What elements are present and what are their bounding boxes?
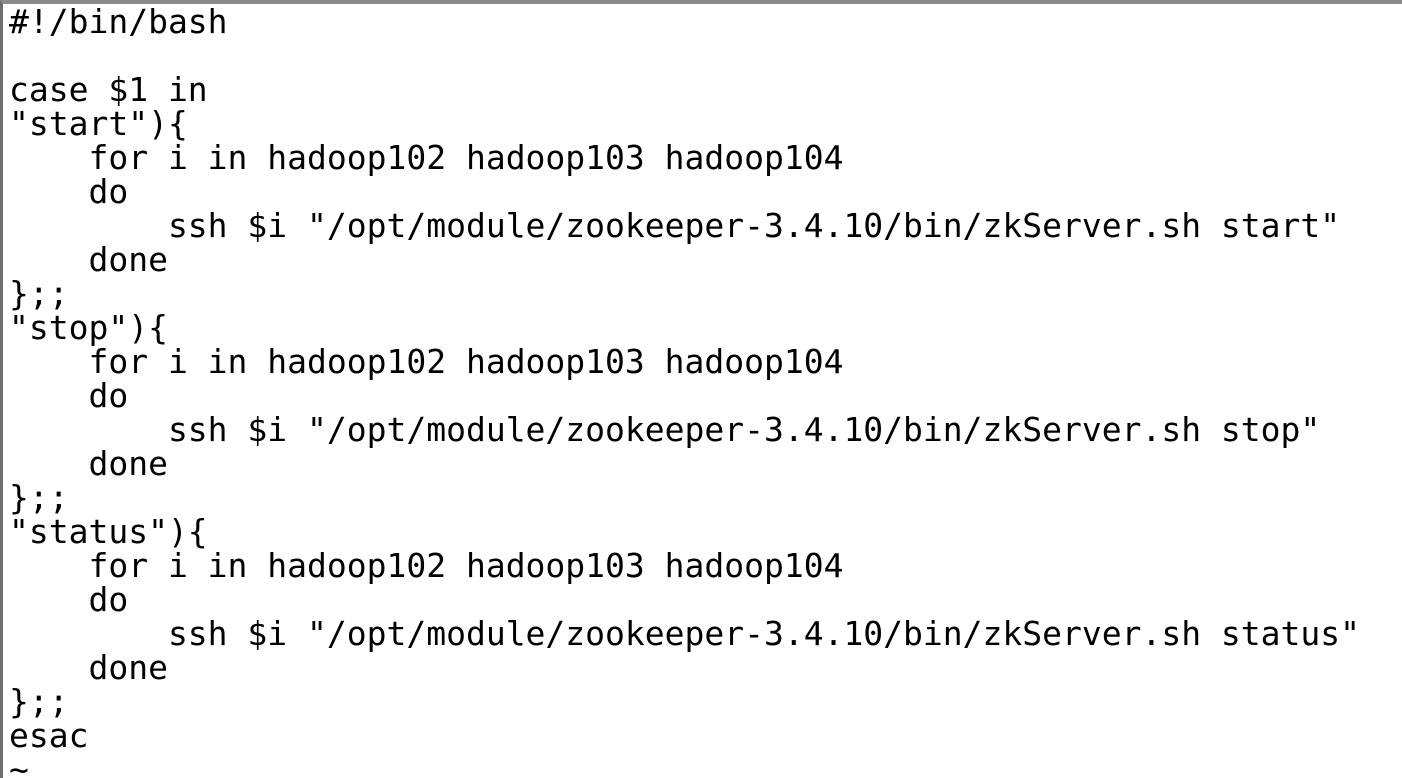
code-line-status-done: done — [9, 648, 168, 687]
vim-empty-line-tilde: ~ — [9, 750, 29, 778]
code-line-stop-do: do — [9, 376, 129, 415]
code-line-status-label: "status"){ — [9, 512, 208, 551]
terminal-window[interactable]: #!/bin/bash case $1 in "start"){ for i in … — [0, 0, 1402, 778]
code-line-status-ssh: ssh $i "/opt/module/zookeeper-3.4.10/bin… — [9, 614, 1361, 653]
code-line-stop-label: "stop"){ — [9, 308, 168, 347]
code-line-start-ssh: ssh $i "/opt/module/zookeeper-3.4.10/bin… — [9, 206, 1341, 245]
code-line-start-end: };; — [9, 274, 69, 313]
code-line-stop-for: for i in hadoop102 hadoop103 hadoop104 — [9, 342, 844, 381]
code-line-stop-end: };; — [9, 478, 69, 517]
code-line-start-label: "start"){ — [9, 104, 188, 143]
code-line-start-done: done — [9, 240, 168, 279]
code-editor[interactable]: #!/bin/bash case $1 in "start"){ for i in … — [9, 5, 1360, 778]
code-line-status-do: do — [9, 580, 129, 619]
code-line-stop-ssh: ssh $i "/opt/module/zookeeper-3.4.10/bin… — [9, 410, 1321, 449]
code-line-stop-done: done — [9, 444, 168, 483]
code-line-start-for: for i in hadoop102 hadoop103 hadoop104 — [9, 138, 844, 177]
code-line-status-for: for i in hadoop102 hadoop103 hadoop104 — [9, 546, 844, 585]
code-line-status-end: };; — [9, 682, 69, 721]
code-line-start-do: do — [9, 172, 129, 211]
code-line-shebang: #!/bin/bash — [9, 2, 228, 41]
code-line-case: case $1 in — [9, 70, 208, 109]
code-line-esac: esac — [9, 716, 89, 755]
